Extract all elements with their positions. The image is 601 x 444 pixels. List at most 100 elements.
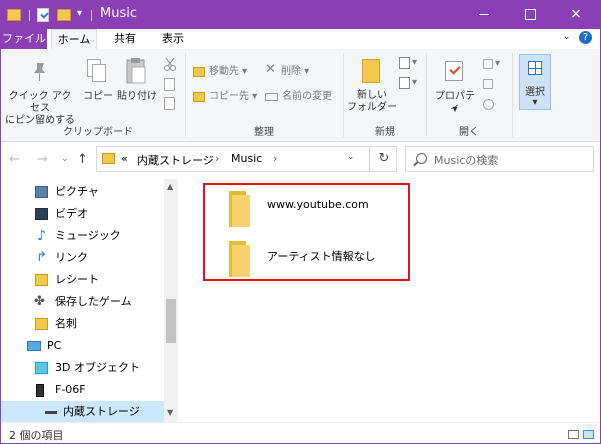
details-view-icon[interactable]	[568, 430, 579, 439]
up-arrow-icon[interactable]: ↑	[77, 152, 88, 167]
minimize-button[interactable]	[461, 1, 507, 29]
back-arrow-icon[interactable]: ←	[9, 152, 20, 167]
delete-icon: ✕	[265, 62, 276, 77]
copy-icon-back	[92, 64, 106, 82]
dropdown-icon[interactable]: ▾	[449, 104, 461, 116]
recent-locations-icon[interactable]: ⌄	[61, 154, 69, 164]
forward-arrow-icon[interactable]: →	[37, 152, 48, 167]
scroll-thumb[interactable]	[166, 299, 176, 343]
copy-path-icon[interactable]	[164, 78, 175, 91]
separator	[29, 10, 30, 21]
list-item[interactable]: www.youtube.com	[227, 191, 397, 231]
sidebar-item-label: リンク	[55, 251, 88, 264]
3d-objects-icon	[35, 362, 48, 374]
sidebar-item-label: 名刺	[55, 317, 77, 330]
dropdown-icon[interactable]: ▾	[495, 58, 500, 70]
navigation-pane: ピクチャ ビデオ ♪ ミュージック ↱ リンク レシート ✤ 保存したゲーム 名…	[1, 179, 178, 422]
storage-icon	[45, 411, 57, 414]
sidebar-item-saved-games[interactable]: ✤ 保存したゲーム	[1, 291, 164, 313]
address-dropdown-icon[interactable]: ⌄	[347, 152, 355, 162]
search-input[interactable]: Musicの検索	[405, 146, 594, 172]
folder-icon	[227, 241, 250, 277]
help-icon[interactable]: ?	[579, 31, 592, 44]
new-item-icon[interactable]	[399, 57, 410, 69]
breadcrumb-music[interactable]: Music	[231, 152, 262, 165]
sidebar-item-videos[interactable]: ビデオ	[1, 203, 164, 225]
clipboard-group-label: クリップボード	[63, 127, 133, 138]
maximize-button[interactable]	[507, 1, 553, 29]
open-group-label: 開く	[459, 127, 479, 138]
tab-home[interactable]: ホーム	[51, 29, 97, 49]
scroll-up-icon[interactable]: ▲	[167, 182, 173, 191]
breadcrumb-separator[interactable]: ›	[215, 152, 219, 165]
folder-icon[interactable]	[7, 9, 21, 21]
cut-icon[interactable]	[163, 57, 177, 71]
separator	[91, 10, 92, 21]
tab-share[interactable]: 共有	[105, 29, 145, 49]
history-icon[interactable]	[483, 99, 494, 110]
pin-quick-access-button[interactable]: クイック アクセス にピン留めする	[5, 91, 75, 127]
address-bar[interactable]: « 内蔵ストレージ › Music › ⌄ ↻	[96, 146, 397, 172]
move-to-button[interactable]: 移動先 ▾	[209, 66, 247, 78]
paste-shortcut-icon[interactable]	[164, 97, 175, 110]
dropdown-icon[interactable]: ▾	[77, 8, 82, 19]
pictures-icon	[35, 186, 48, 198]
new-group-label: 新規	[375, 127, 395, 138]
sidebar-item-receipts[interactable]: レシート	[1, 269, 164, 291]
close-button[interactable]: ×	[553, 1, 599, 29]
title-bar: ▾ Music ×	[1, 1, 600, 29]
sidebar-item-label: ビデオ	[55, 207, 88, 220]
sidebar-item-label: ピクチャ	[55, 185, 99, 198]
properties-icon	[445, 61, 463, 81]
sidebar-item-internal-storage[interactable]: 内蔵ストレージ	[1, 401, 164, 422]
large-icons-view-icon[interactable]	[583, 430, 594, 439]
new-folder-icon[interactable]	[57, 9, 71, 21]
dropdown-icon[interactable]: ▾	[412, 77, 417, 89]
explorer-window: ▾ Music × ファイル ホーム 共有 表示 ⌄ ? クイック アクセス に…	[0, 0, 601, 444]
list-item[interactable]: アーティスト情報なし	[227, 241, 397, 281]
move-to-icon	[193, 67, 205, 77]
chevron-down-icon[interactable]: ⌄	[563, 32, 571, 42]
minimize-icon	[479, 13, 489, 15]
sidebar-item-music[interactable]: ♪ ミュージック	[1, 225, 164, 247]
dropdown-icon[interactable]: ▾	[529, 97, 541, 109]
copy-to-button[interactable]: コピー先 ▾	[209, 91, 257, 103]
delete-label: 削除	[281, 66, 301, 77]
sidebar-item-pictures[interactable]: ピクチャ	[1, 181, 164, 203]
new-folder-icon	[362, 59, 380, 83]
copy-button[interactable]: コピー	[81, 91, 115, 103]
sidebar-scrollbar[interactable]: ▲ ▼	[164, 179, 178, 422]
group-separator	[512, 53, 513, 137]
links-icon: ↱	[36, 250, 47, 265]
rename-button[interactable]: 名前の変更	[282, 91, 332, 103]
group-separator	[426, 53, 427, 137]
refresh-button[interactable]: ↻	[369, 147, 398, 171]
delete-button[interactable]: 削除 ▾	[281, 66, 309, 78]
sidebar-item-label: 3D オブジェクト	[55, 361, 140, 374]
sidebar-item-label: レシート	[55, 273, 99, 286]
tab-view[interactable]: 表示	[153, 29, 193, 49]
breadcrumb-separator[interactable]: ›	[273, 152, 277, 165]
sidebar-item-3d-objects[interactable]: 3D オブジェクト	[1, 357, 164, 379]
sidebar-item-business-cards[interactable]: 名刺	[1, 313, 164, 335]
properties-check-icon[interactable]	[37, 8, 49, 22]
saved-games-icon: ✤	[34, 294, 45, 309]
device-icon	[36, 384, 44, 397]
folder-icon	[35, 318, 48, 330]
sidebar-item-device[interactable]: F-06F	[1, 379, 164, 401]
new-folder-button[interactable]: 新しい フォルダー	[347, 90, 397, 114]
organize-group-label: 整理	[254, 127, 274, 138]
breadcrumb-storage[interactable]: 内蔵ストレージ	[137, 152, 214, 168]
tab-file[interactable]: ファイル	[1, 29, 47, 49]
sidebar-item-links[interactable]: ↱ リンク	[1, 247, 164, 269]
sidebar-item-pc[interactable]: PC	[1, 335, 164, 357]
open-icon[interactable]	[483, 59, 493, 69]
breadcrumb-overflow[interactable]: «	[121, 152, 128, 165]
search-icon	[416, 153, 427, 164]
edit-icon[interactable]	[483, 79, 493, 89]
easy-access-icon[interactable]	[399, 77, 410, 89]
dropdown-icon[interactable]: ▾	[412, 57, 417, 69]
scroll-down-icon[interactable]: ▼	[167, 408, 173, 417]
sidebar-item-label: F-06F	[55, 383, 86, 396]
paste-button[interactable]: 貼り付け	[115, 91, 159, 103]
